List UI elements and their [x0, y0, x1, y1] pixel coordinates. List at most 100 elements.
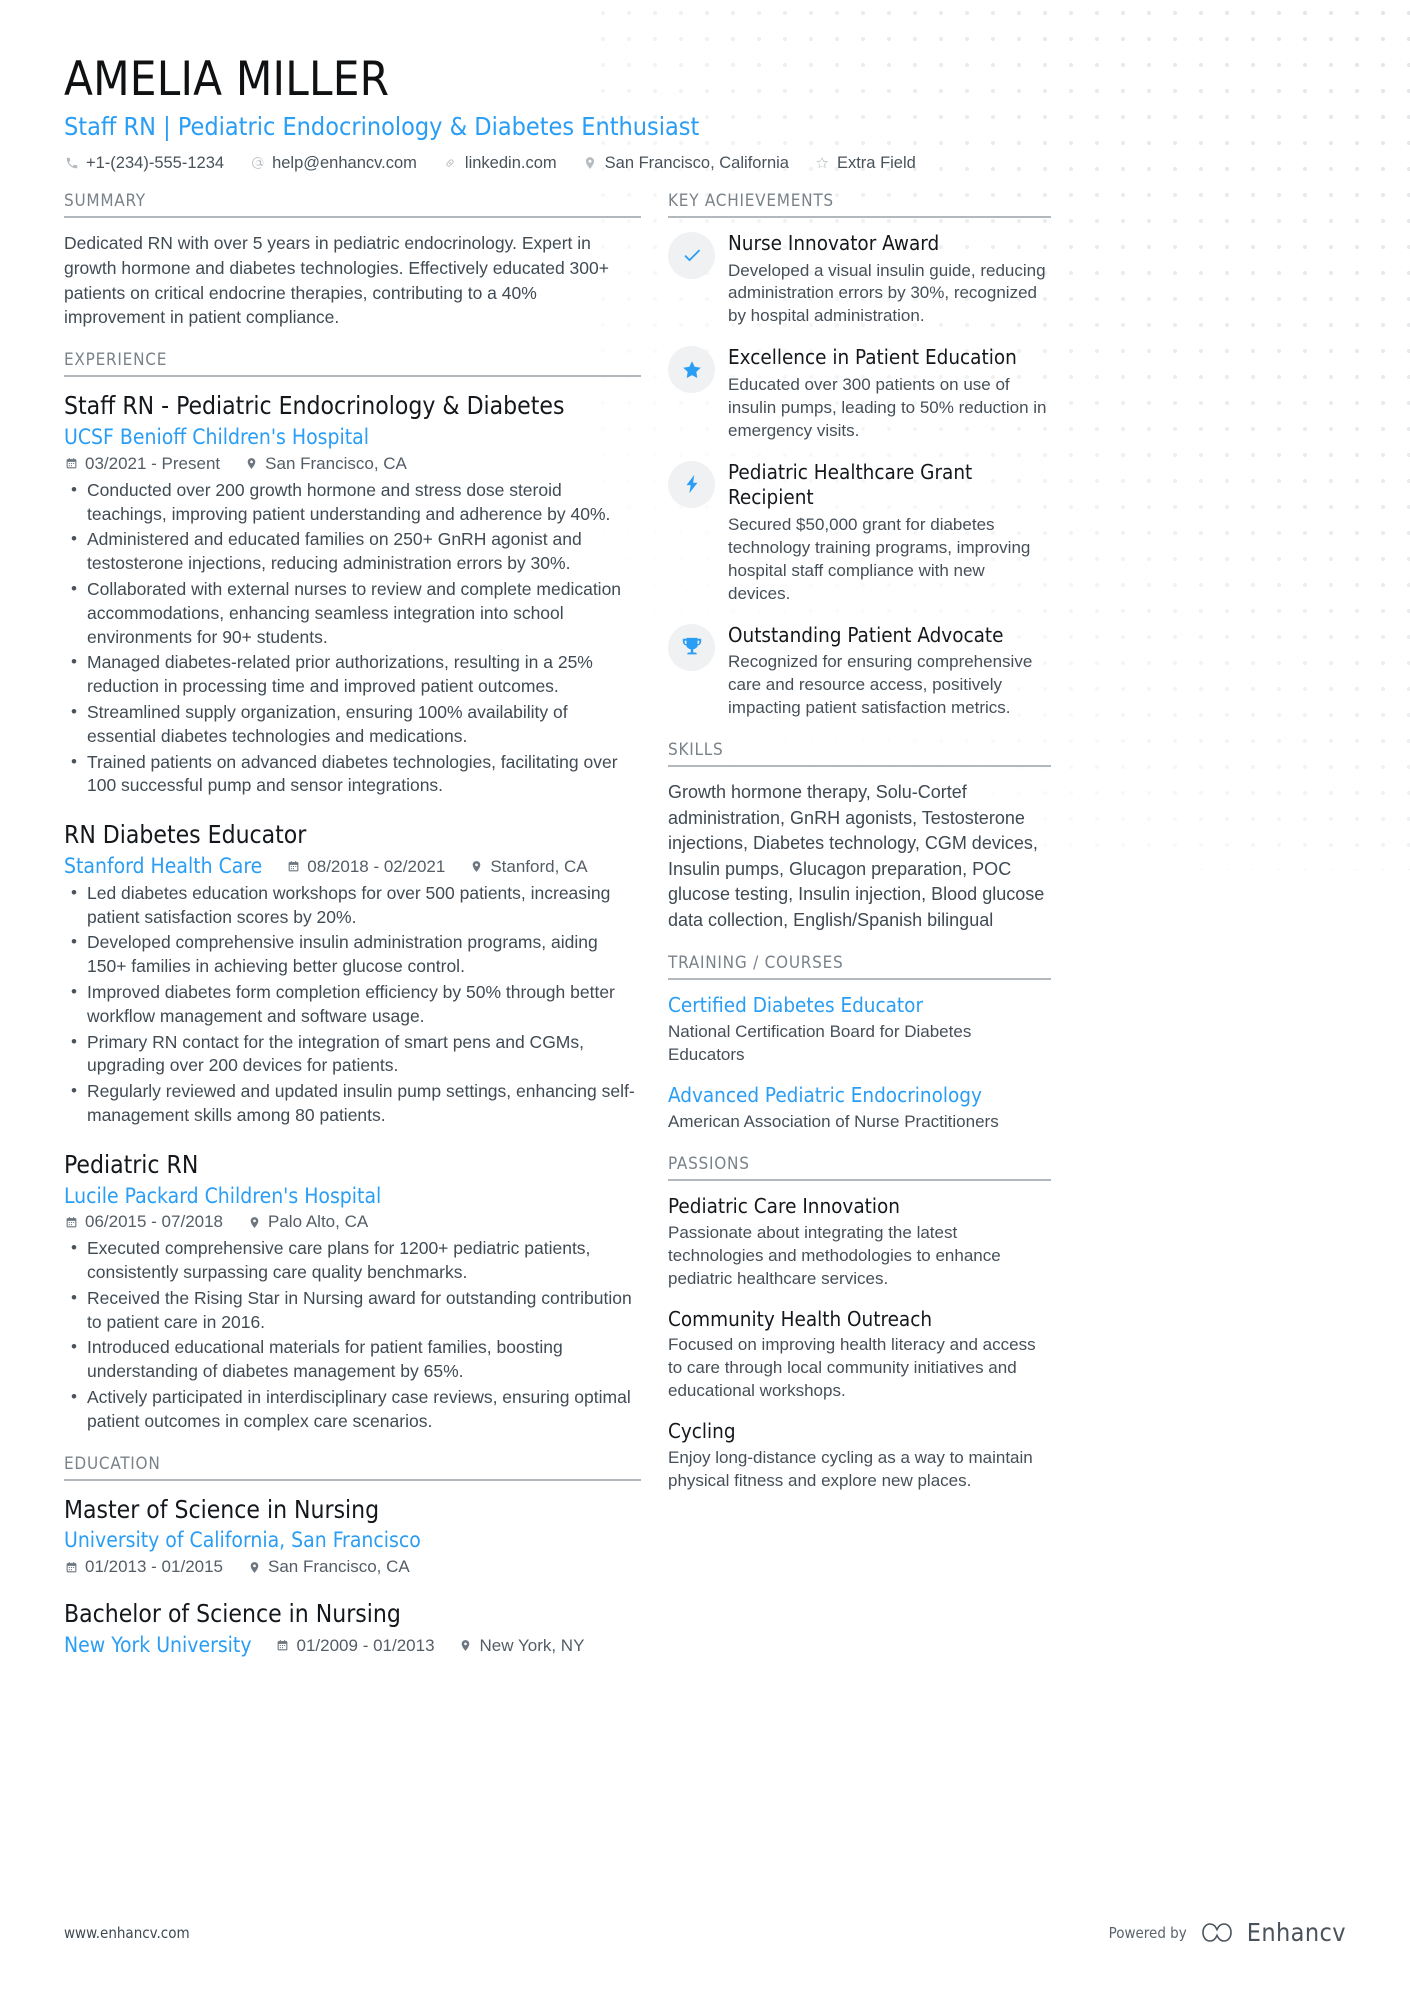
job-dates-text: 06/2015 - 07/2018: [85, 1212, 224, 1232]
job-bullets: Led diabetes education workshops for ove…: [64, 881, 641, 1128]
calendar-icon: [276, 1639, 290, 1653]
school-name[interactable]: New York University: [64, 1632, 252, 1660]
resume-page: AMELIA MILLER Staff RN | Pediatric Endoc…: [0, 0, 1410, 1681]
job-meta: 08/2018 - 02/2021 Stanford, CA: [286, 856, 588, 877]
contact-location-text: San Francisco, California: [604, 153, 789, 172]
calendar-icon: [286, 860, 300, 874]
left-column: SUMMARY Dedicated RN with over 5 years i…: [64, 191, 641, 1681]
contact-phone-text: +1-(234)-555-1234: [86, 153, 225, 172]
training-title[interactable]: Advanced Pediatric Endocrinology: [668, 1083, 1051, 1109]
education-dates-text: 01/2009 - 01/2013: [296, 1635, 435, 1655]
list-item: Regularly reviewed and updated insulin p…: [64, 1079, 641, 1128]
training-item: Advanced Pediatric Endocrinology America…: [668, 1083, 1051, 1134]
calendar-icon: [64, 457, 78, 471]
passion-title: Pediatric Care Innovation: [668, 1193, 900, 1218]
passion-description: Passionate about integrating the latest …: [668, 1222, 1001, 1288]
section-summary: SUMMARY Dedicated RN with over 5 years i…: [64, 191, 641, 330]
education-location: New York, NY: [459, 1635, 585, 1656]
right-column: KEY ACHIEVEMENTS Nurse Innovator Award D…: [668, 191, 1051, 1513]
job-dates: 06/2015 - 07/2018: [64, 1212, 223, 1232]
training-title[interactable]: Certified Diabetes Educator: [668, 993, 1051, 1019]
company-name[interactable]: Lucile Packard Children's Hospital: [64, 1183, 641, 1211]
list-item: Led diabetes education workshops for ove…: [64, 881, 641, 930]
email-icon: [250, 156, 265, 171]
contact-extra-field-text: Extra Field: [836, 153, 916, 172]
job-location-text: San Francisco, CA: [265, 453, 407, 473]
trophy-icon: [668, 623, 715, 671]
location-icon: [247, 1215, 261, 1229]
list-item: Improved diabetes form completion effici…: [64, 980, 641, 1029]
experience-entry: Staff RN - Pediatric Endocrinology & Dia…: [64, 390, 641, 798]
link-icon: [443, 156, 458, 171]
location-icon: [459, 1639, 473, 1653]
list-item: Primary RN contact for the integration o…: [64, 1030, 641, 1079]
passion-item: Pediatric Care Innovation Passionate abo…: [668, 1194, 1051, 1291]
page-footer: www.enhancv.com Powered by Enhancv: [64, 1918, 1346, 1947]
job-location: San Francisco, CA: [244, 454, 407, 474]
achievement-description: Secured $50,000 grant for diabetes techn…: [728, 515, 1031, 603]
section-passions: PASSIONS Pediatric Care Innovation Passi…: [668, 1154, 1051, 1493]
contact-link[interactable]: linkedin.com: [443, 154, 557, 173]
section-training-courses: TRAINING / COURSES Certified Diabetes Ed…: [668, 953, 1051, 1133]
list-item: Executed comprehensive care plans for 12…: [64, 1236, 641, 1285]
section-skills: SKILLS Growth hormone therapy, Solu-Cort…: [668, 740, 1051, 933]
list-item: Developed comprehensive insulin administ…: [64, 930, 641, 979]
company-name[interactable]: Stanford Health Care: [64, 853, 262, 881]
list-item: Conducted over 200 growth hormone and st…: [64, 478, 641, 527]
contact-location[interactable]: San Francisco, California: [583, 154, 789, 173]
education-location-text: New York, NY: [479, 1635, 585, 1655]
star-icon: [668, 346, 715, 394]
section-education: EDUCATION Master of Science in Nursing U…: [64, 1454, 641, 1661]
degree-title: Master of Science in Nursing: [64, 1494, 380, 1524]
achievement-title: Outstanding Patient Advocate: [728, 622, 1004, 647]
education-location: San Francisco, CA: [247, 1557, 410, 1577]
enhancv-logo: Enhancv: [1201, 1918, 1346, 1947]
education-entry: Master of Science in Nursing University …: [64, 1494, 641, 1578]
footer-url[interactable]: www.enhancv.com: [64, 1924, 190, 1942]
calendar-icon: [64, 1560, 78, 1574]
education-dates: 01/2009 - 01/2013: [276, 1636, 435, 1656]
achievement-description: Educated over 300 patients on use of ins…: [728, 374, 1047, 440]
job-dates: 08/2018 - 02/2021: [286, 857, 445, 877]
training-provider: National Certification Board for Diabete…: [668, 1022, 972, 1065]
contact-email[interactable]: help@enhancv.com: [250, 154, 417, 173]
job-location-text: Stanford, CA: [490, 856, 588, 876]
list-item: Trained patients on advanced diabetes te…: [64, 750, 641, 799]
job-bullets: Conducted over 200 growth hormone and st…: [64, 478, 641, 799]
achievement-title: Pediatric Healthcare Grant Recipient: [728, 459, 973, 510]
section-title-passions: PASSIONS: [668, 1154, 1051, 1181]
section-key-achievements: KEY ACHIEVEMENTS Nurse Innovator Award D…: [668, 191, 1051, 720]
achievement-item: Nurse Innovator Award Developed a visual…: [668, 231, 1051, 328]
location-icon: [244, 457, 258, 471]
calendar-icon: [64, 1215, 78, 1229]
phone-icon: [64, 156, 79, 171]
star-outline-icon: [815, 156, 830, 171]
section-title-experience: EXPERIENCE: [64, 350, 641, 378]
enhancv-mark-icon: [1201, 1922, 1232, 1942]
passion-title: Cycling: [668, 1419, 736, 1444]
education-dates: 01/2013 - 01/2015: [64, 1557, 223, 1577]
job-bullets: Executed comprehensive care plans for 12…: [64, 1236, 641, 1433]
achievement-title: Nurse Innovator Award: [728, 230, 940, 255]
location-icon: [583, 156, 598, 171]
education-meta: 01/2013 - 01/2015 San Francisco, CA: [64, 1557, 641, 1577]
headline: Staff RN | Pediatric Endocrinology & Dia…: [64, 111, 700, 141]
education-dates-text: 01/2013 - 01/2015: [85, 1557, 224, 1577]
contact-phone[interactable]: +1-(234)-555-1234: [64, 154, 224, 173]
passion-description: Focused on improving health literacy and…: [668, 1335, 1036, 1401]
list-item: Received the Rising Star in Nursing awar…: [64, 1286, 641, 1335]
contact-extra-field[interactable]: Extra Field: [815, 154, 916, 173]
job-location-text: Palo Alto, CA: [268, 1212, 369, 1232]
list-item: Collaborated with external nurses to rev…: [64, 577, 641, 649]
contact-email-text: help@enhancv.com: [272, 153, 417, 172]
job-dates-text: 03/2021 - Present: [85, 453, 221, 473]
job-title: RN Diabetes Educator: [64, 820, 307, 850]
job-title: Staff RN - Pediatric Endocrinology & Dia…: [64, 391, 565, 421]
job-meta: 03/2021 - Present San Francisco, CA: [64, 454, 641, 474]
section-title-summary: SUMMARY: [64, 191, 641, 218]
section-title-education: EDUCATION: [64, 1454, 641, 1481]
school-name[interactable]: University of California, San Francisco: [64, 1527, 641, 1555]
company-name[interactable]: UCSF Benioff Children's Hospital: [64, 424, 641, 452]
passion-description: Enjoy long-distance cycling as a way to …: [668, 1448, 1033, 1490]
location-icon: [247, 1560, 261, 1574]
